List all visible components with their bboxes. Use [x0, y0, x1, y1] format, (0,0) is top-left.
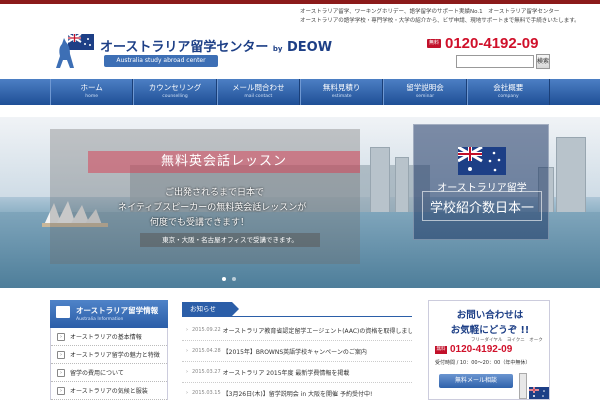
nav-label: メール問合わせ — [232, 83, 285, 92]
header-intro-line1: オーストラリア留学、ワーキングホリデー、語学留学のサポート実績No.1 オースト… — [300, 9, 560, 15]
arrow-right-icon: › — [186, 369, 188, 375]
main-nav-items: ホーム home カウンセリング counselling メール問合わせ mail c… — [50, 79, 550, 105]
school-banner[interactable]: オーストラリア留学 学校紹介数日本一 — [413, 124, 549, 240]
header-phone[interactable]: 無料 0120-4192-09 — [427, 35, 538, 52]
contact-hours: 受付時間 / 10：00～20：00（年中無休） — [435, 360, 531, 366]
nav-sublabel: company — [497, 94, 519, 99]
header-intro: オーストラリア留学、ワーキングホリデー、語学留学のサポート実績No.1 オースト… — [300, 8, 588, 26]
nav-label: 無料見積り — [322, 83, 361, 92]
nav-item-counselling[interactable]: カウンセリング counselling — [133, 79, 217, 105]
nav-item-home[interactable]: ホーム home — [50, 79, 134, 105]
news-title: 【3月26日(木)】留学説明会 in 大阪を開催 予約受付中! — [222, 390, 373, 398]
sidebar-header: オーストラリア留学情報 Australia Information — [50, 300, 168, 328]
news-item[interactable]: › 2015.03.15 【3月26日(木)】留学説明会 in 大阪を開催 予約受付… — [182, 383, 412, 400]
news-tab: お知らせ — [182, 302, 239, 316]
contact-phone[interactable]: 無料 0120-4192-09 — [435, 344, 512, 355]
australian-flag-icon — [529, 387, 549, 399]
sidebar-item-label: オーストラリアの気候と服装 — [70, 388, 148, 395]
sidebar-item[interactable]: › オーストラリア留学の魅力と特徴 — [51, 346, 167, 364]
nav-item-seminar[interactable]: 留学説明会 seminar — [383, 79, 467, 105]
arrow-right-icon: › — [57, 386, 65, 395]
free-mail-consult-button[interactable]: 無料メール相談 — [439, 374, 513, 388]
contact-kana: フリーダイヤル ヨイクニ オーク — [471, 338, 543, 343]
banner-line2: 学校紹介数日本一 — [429, 201, 534, 216]
news-date: 2015.09.22 — [192, 327, 221, 333]
nav-label: 留学説明会 — [406, 83, 444, 92]
arrow-right-icon: › — [186, 327, 188, 333]
sidebar-item-label: オーストラリア留学の魅力と特徴 — [70, 352, 160, 359]
free-dial-badge: 無料 — [427, 39, 441, 48]
logo-brand: DEOW — [287, 40, 333, 55]
kangaroo-flag-logo-icon — [56, 33, 94, 68]
sidebar: オーストラリア留学情報 Australia Information › オーストラ… — [50, 300, 168, 400]
search-input[interactable] — [456, 55, 534, 68]
news-item[interactable]: › 2015.09.22 オーストラリア教育省認定留学エージェント(AAC)の資格を… — [182, 320, 412, 341]
news-title: 【2015年】BROWNS英語学校キャンペーンのご案内 — [222, 348, 367, 356]
banner-line1: オーストラリア留学 — [437, 183, 527, 194]
nav-label: 会社概要 — [493, 83, 524, 92]
sidebar-item[interactable]: › オーストラリアの気候と服装 — [51, 382, 167, 400]
sidebar-item-label: 留学の費用について — [70, 370, 124, 377]
news-item[interactable]: › 2015.04.28 【2015年】BROWNS英語学校キャンペーンのご案内 — [182, 341, 412, 362]
news-divider — [182, 316, 412, 317]
news-date: 2015.04.28 — [192, 348, 221, 354]
nav-label: ホーム — [80, 83, 103, 92]
australian-flag-icon — [458, 147, 506, 175]
nav-sublabel: counselling — [162, 94, 188, 99]
logo-title: オーストラリア留学センター by DEOW — [100, 36, 332, 55]
nav-sublabel: home — [85, 94, 99, 99]
news-title: オーストラリア 2015年度 最新学費情報を掲載 — [222, 369, 350, 377]
arrow-right-icon: › — [57, 368, 65, 377]
slider-pagination — [222, 277, 236, 281]
contact-box: お問い合わせは お気軽にどうぞ !! フリーダイヤル ヨイクニ オーク 無料 0… — [428, 300, 550, 400]
nav-item-estimate[interactable]: 無料見積り estimate — [299, 79, 384, 105]
news-title: オーストラリア教育省認定留学エージェント(AAC)の資格を取得しました — [222, 327, 412, 335]
news-item[interactable]: › 2015.03.27 オーストラリア 2015年度 最新学費情報を掲載 — [182, 362, 412, 383]
slider-dot[interactable] — [222, 277, 226, 281]
contact-phone-number: 0120-4192-09 — [450, 344, 513, 355]
free-dial-badge: 無料 — [435, 345, 447, 354]
search-button[interactable]: 検索 — [536, 54, 550, 69]
sidebar-title: オーストラリア留学情報 — [76, 306, 159, 315]
site-logo[interactable]: オーストラリア留学センター by DEOW Australia study ab… — [50, 30, 332, 70]
hero-text-line2: ネイティブスピーカーの無料英会話レッスンが — [118, 203, 307, 213]
logo-title-text: オーストラリア留学センター — [100, 40, 269, 55]
logo-subtitle: Australia study abroad center — [104, 55, 218, 67]
news-date: 2015.03.15 — [192, 390, 221, 396]
news-section: お知らせ › 2015.09.22 オーストラリア教育省認定留学エージェント(AAC… — [182, 300, 412, 400]
arrow-right-icon: › — [57, 350, 65, 359]
hero-text-line1: ご出発されるまで日本で — [165, 188, 265, 198]
sidebar-item[interactable]: › オーストラリアの基本情報 — [51, 328, 167, 346]
nav-label: カウンセリング — [148, 83, 202, 92]
contact-heading1: お問い合わせは — [456, 310, 524, 321]
lighthouse-icon — [519, 373, 527, 399]
hero-subtext: 東京・大阪・名古屋オフィスで受講できます。 — [140, 233, 320, 247]
news-date: 2015.03.27 — [192, 369, 221, 375]
arrow-right-icon: › — [57, 332, 65, 341]
nav-sublabel: mail contact — [244, 94, 273, 99]
sidebar-list: › オーストラリアの基本情報 › オーストラリア留学の魅力と特徴 › 留学の費用につい… — [50, 328, 168, 400]
sidebar-item[interactable]: › 留学の費用について — [51, 364, 167, 382]
logo-by: by — [272, 45, 283, 53]
nav-item-mail-contact[interactable]: メール問合わせ mail contact — [216, 79, 300, 105]
contact-heading2: お気軽にどうぞ !! — [450, 325, 530, 336]
slider-dot[interactable] — [232, 277, 236, 281]
hero-text-line3: 何度でも受講できます！ — [150, 218, 250, 228]
nav-item-company[interactable]: 会社概要 company — [466, 79, 550, 105]
hero-building — [370, 147, 390, 222]
sidebar-item-label: オーストラリアの基本情報 — [70, 334, 142, 341]
header-intro-line2: オーストラリアの語学学校・専門学校・大学の紹介から、ビザ申請、現地サポートまで無… — [300, 18, 580, 24]
nav-sublabel: estimate — [331, 94, 352, 99]
monitor-icon — [56, 306, 70, 318]
nav-sublabel: seminar — [415, 94, 435, 99]
arrow-right-icon: › — [186, 390, 188, 396]
main-nav: ホーム home カウンセリング counselling メール問合わせ mail c… — [0, 79, 600, 105]
arrow-right-icon: › — [186, 348, 188, 354]
sidebar-subtitle: Australia Information — [76, 317, 124, 322]
header-phone-number: 0120-4192-09 — [445, 35, 539, 52]
news-list: › 2015.09.22 オーストラリア教育省認定留学エージェント(AAC)の資格を… — [182, 320, 412, 400]
hero-title: 無料英会話レッスン — [88, 151, 360, 173]
